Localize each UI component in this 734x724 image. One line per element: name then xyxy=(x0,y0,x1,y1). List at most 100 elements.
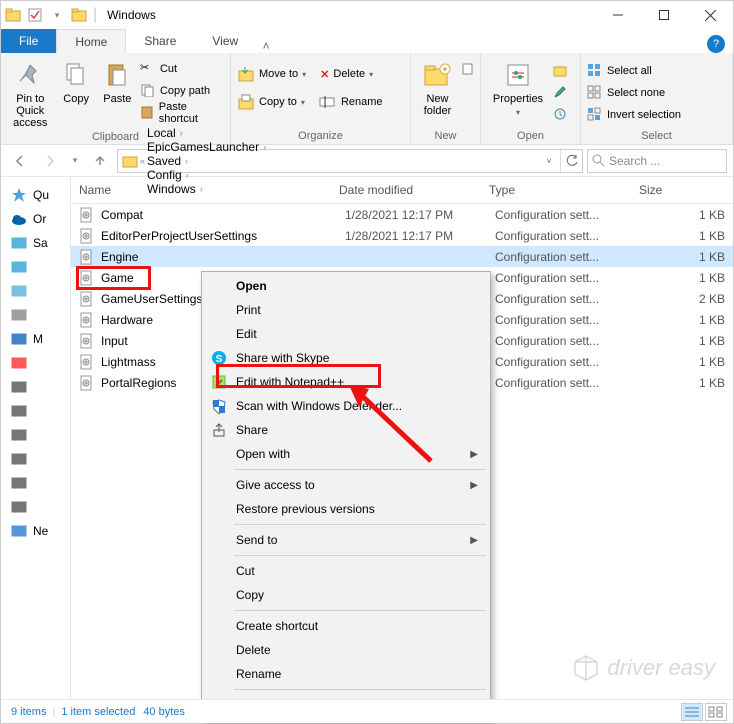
status-bar: 9 items | 1 item selected 40 bytes xyxy=(1,699,733,723)
group-label-select: Select xyxy=(587,128,726,142)
details-view-button[interactable] xyxy=(681,703,703,721)
scissors-icon: ✂ xyxy=(140,61,156,77)
breadcrumb-segment[interactable]: Saved› xyxy=(147,154,266,168)
context-menu-item[interactable]: Create shortcut xyxy=(204,614,488,638)
breadcrumb-segment[interactable]: Local› xyxy=(147,126,266,140)
nav-item[interactable] xyxy=(1,447,70,471)
nav-item[interactable]: Or xyxy=(1,207,70,231)
tab-view[interactable]: View xyxy=(194,29,256,53)
nav-item[interactable] xyxy=(1,495,70,519)
nav-item[interactable] xyxy=(1,279,70,303)
move-to-icon xyxy=(237,65,255,83)
paste-icon xyxy=(101,59,133,91)
address-bar: ▾ « Local›EpicGamesLauncher›Saved›Config… xyxy=(1,145,733,177)
copy-path-button[interactable]: Copy path xyxy=(140,81,224,101)
minimize-button[interactable] xyxy=(595,1,641,29)
qat-checkbox-icon[interactable] xyxy=(27,7,43,23)
paste-button[interactable]: Paste xyxy=(99,57,136,105)
column-type[interactable]: Type xyxy=(481,177,631,203)
help-button[interactable]: ? xyxy=(707,35,725,53)
delete-button[interactable]: ✕Delete▾ xyxy=(320,63,373,85)
context-menu-item[interactable]: Print xyxy=(204,298,488,322)
nav-item[interactable] xyxy=(1,303,70,327)
qat-dropdown-icon[interactable]: ▾ xyxy=(49,7,65,23)
copy-icon xyxy=(60,59,92,91)
defender-icon xyxy=(210,397,228,415)
breadcrumb-bar[interactable]: « Local›EpicGamesLauncher›Saved›Config›W… xyxy=(117,149,583,173)
context-menu-item[interactable]: Edit xyxy=(204,322,488,346)
column-date[interactable]: Date modified xyxy=(331,177,481,203)
new-item-dropdown[interactable] xyxy=(462,57,474,75)
pin-to-quick-access-button[interactable]: Pin to Quick access xyxy=(7,57,54,129)
view-buttons xyxy=(681,703,727,721)
folder-icon xyxy=(122,153,138,169)
column-name[interactable]: Name xyxy=(71,177,331,203)
move-to-button[interactable]: Move to▾ xyxy=(237,63,306,85)
search-input[interactable]: Search ... xyxy=(587,149,727,173)
context-menu-item[interactable]: Open with▶ xyxy=(204,442,488,466)
context-menu-item[interactable]: Give access to▶ xyxy=(204,473,488,497)
context-menu-item[interactable]: Copy xyxy=(204,583,488,607)
context-menu-item[interactable]: SShare with Skype xyxy=(204,346,488,370)
maximize-button[interactable] xyxy=(641,1,687,29)
invert-selection-button[interactable]: Invert selection xyxy=(587,105,681,125)
tab-share[interactable]: Share xyxy=(126,29,194,53)
context-menu-item[interactable]: Edit with Notepad++ xyxy=(204,370,488,394)
nav-item[interactable] xyxy=(1,423,70,447)
context-menu-item[interactable]: Cut xyxy=(204,559,488,583)
context-menu-item[interactable]: Open xyxy=(204,274,488,298)
nav-item[interactable]: Qu xyxy=(1,183,70,207)
nav-back-button[interactable] xyxy=(7,148,33,174)
nav-item[interactable]: Sa xyxy=(1,231,70,255)
properties-icon xyxy=(502,59,534,91)
file-row[interactable]: EditorPerProjectUserSettings1/28/2021 12… xyxy=(71,225,733,246)
search-icon xyxy=(592,154,605,167)
properties-button[interactable]: Properties▾ xyxy=(487,57,549,119)
nav-item[interactable] xyxy=(1,471,70,495)
path-dropdown-button[interactable]: ˅ xyxy=(538,148,560,174)
nav-forward-button[interactable] xyxy=(37,148,63,174)
breadcrumb-segment[interactable]: EpicGamesLauncher› xyxy=(147,140,266,154)
copy-to-button[interactable]: Copy to▾ xyxy=(237,91,305,113)
nav-item[interactable]: M xyxy=(1,327,70,351)
edit-button[interactable] xyxy=(553,83,569,103)
history-button[interactable] xyxy=(553,105,569,125)
nav-item[interactable] xyxy=(1,399,70,423)
column-size[interactable]: Size xyxy=(631,177,711,203)
close-button[interactable] xyxy=(687,1,733,29)
nav-item[interactable]: Ne xyxy=(1,519,70,543)
new-folder-button[interactable]: ✦ New folder xyxy=(417,57,458,117)
tab-home[interactable]: Home xyxy=(56,29,126,53)
column-headers[interactable]: Name Date modified Type Size xyxy=(71,177,733,204)
nav-item[interactable] xyxy=(1,255,70,279)
context-menu-item[interactable]: Rename xyxy=(204,662,488,686)
open-button[interactable] xyxy=(553,61,569,81)
thumb-view-button[interactable] xyxy=(705,703,727,721)
file-row[interactable]: EngineConfiguration sett...1 KB xyxy=(71,246,733,267)
tab-file[interactable]: File xyxy=(1,29,56,53)
ribbon-collapse-button[interactable]: ˄ xyxy=(256,39,276,53)
file-row[interactable]: Compat1/28/2021 12:17 PMConfiguration se… xyxy=(71,204,733,225)
window-title: Windows xyxy=(107,8,156,22)
rename-button[interactable]: Rename xyxy=(319,91,383,113)
context-menu-item[interactable]: Restore previous versions xyxy=(204,497,488,521)
nav-item[interactable] xyxy=(1,351,70,375)
context-menu-item[interactable]: Send to▶ xyxy=(204,528,488,552)
context-menu-item[interactable]: Share xyxy=(204,418,488,442)
status-items: 9 items xyxy=(11,706,46,718)
select-all-button[interactable]: Select all xyxy=(587,61,681,81)
copy-button[interactable]: Copy xyxy=(58,57,95,105)
watermark: driver easy xyxy=(571,653,715,683)
nav-item[interactable] xyxy=(1,375,70,399)
nav-history-dropdown[interactable]: ▾ xyxy=(67,148,83,174)
svg-text:S: S xyxy=(216,354,223,365)
select-none-button[interactable]: Select none xyxy=(587,83,681,103)
refresh-button[interactable] xyxy=(560,148,582,174)
context-menu-item[interactable]: Scan with Windows Defender... xyxy=(204,394,488,418)
cut-button[interactable]: ✂Cut xyxy=(140,59,224,79)
context-menu-item[interactable]: Delete xyxy=(204,638,488,662)
nav-up-button[interactable] xyxy=(87,148,113,174)
file-icon xyxy=(79,270,95,286)
navigation-pane[interactable]: QuOrSa M Ne xyxy=(1,177,71,699)
paste-shortcut-button[interactable]: Paste shortcut xyxy=(140,103,224,123)
